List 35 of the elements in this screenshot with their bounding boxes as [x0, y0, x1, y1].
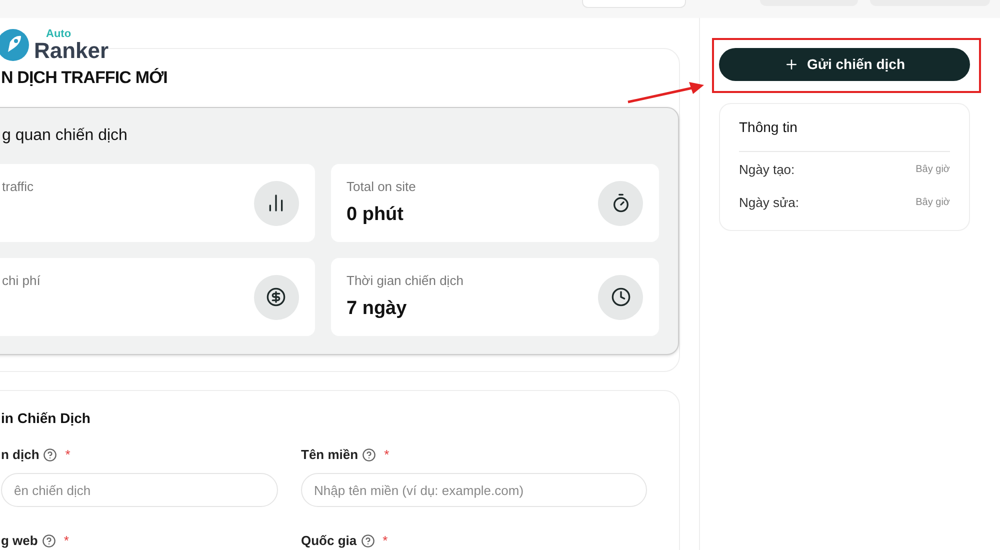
required-mark: *: [382, 532, 388, 550]
section-title: in Chiến Dịch: [1, 408, 90, 428]
help-icon[interactable]: [42, 534, 56, 548]
plus-icon: [784, 57, 799, 72]
clock-icon: [598, 274, 643, 320]
logo-small-text: Auto: [46, 28, 72, 40]
field-label: n dịch: [1, 446, 40, 464]
stat-value: 0 phút: [346, 202, 404, 226]
info-value: Bây giờ: [916, 163, 950, 177]
info-title: Thông tin: [739, 118, 798, 137]
required-mark: *: [64, 532, 69, 550]
help-icon[interactable]: [43, 448, 58, 462]
field-label: Quốc gia: [301, 532, 357, 550]
input-field[interactable]: ên chiến dịch: [1, 473, 278, 507]
stopwatch-icon: [598, 180, 643, 226]
section-title: g quan chiến dịch: [2, 126, 128, 146]
stat-label: traffic: [2, 178, 34, 196]
logo-text: Ranker: [34, 40, 109, 62]
field-label: Tên miền: [301, 446, 358, 464]
info-value: Bây giờ: [916, 196, 950, 210]
required-mark: *: [384, 446, 390, 464]
stat-label: Total on site: [346, 178, 416, 196]
help-icon[interactable]: [362, 448, 376, 462]
input-field[interactable]: Nhập tên miền (ví dụ: example.com): [301, 473, 647, 507]
help-icon[interactable]: [360, 534, 375, 548]
field-label: g web: [1, 532, 38, 550]
info-label: Ngày tạo:: [739, 160, 795, 179]
page-title: N DỊCH TRAFFIC MỚI: [1, 67, 168, 90]
stat-label: Thời gian chiến dịch: [346, 272, 464, 290]
stat-value: 7 ngày: [346, 296, 408, 320]
required-mark: *: [65, 446, 70, 464]
submit-button[interactable]: Gửi chiến dịch: [719, 48, 970, 81]
top-bar-field[interactable]: [582, 0, 686, 8]
stat-label: chi phí: [2, 272, 40, 290]
info-label: Ngày sửa:: [739, 194, 800, 212]
